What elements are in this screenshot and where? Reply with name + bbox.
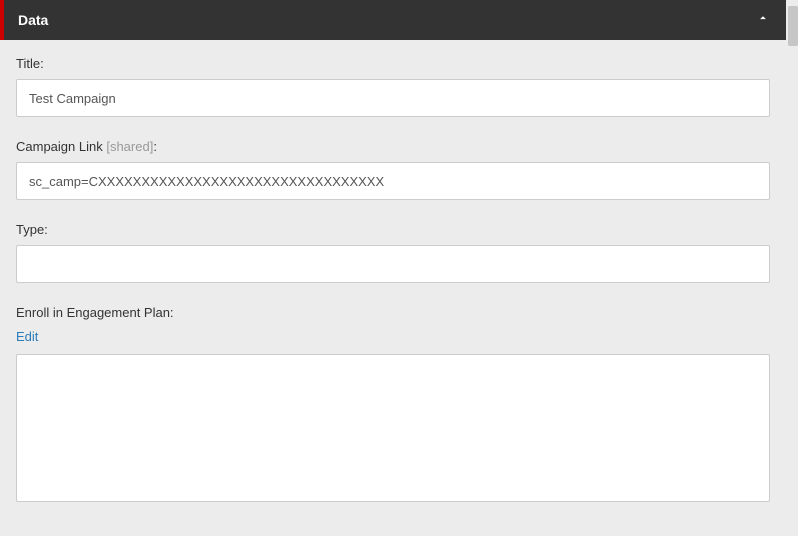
engagement-plan-label: Enroll in Engagement Plan:	[16, 305, 770, 320]
panel-body: Title: Campaign Link [shared]: Type: Enr…	[0, 40, 786, 522]
campaign-link-label-text: Campaign Link	[16, 139, 106, 154]
engagement-plan-box[interactable]	[16, 354, 770, 502]
chevron-up-icon[interactable]	[756, 11, 770, 30]
type-field: Type:	[16, 222, 770, 283]
title-input[interactable]	[16, 79, 770, 117]
scrollbar-thumb[interactable]	[788, 6, 798, 46]
edit-link[interactable]: Edit	[16, 329, 38, 344]
title-label: Title:	[16, 56, 770, 71]
engagement-plan-field: Enroll in Engagement Plan: Edit	[16, 305, 770, 502]
panel-header-title: Data	[4, 12, 48, 28]
data-panel: Data Title: Campaign Link [shared]: Type…	[0, 0, 786, 522]
campaign-link-shared-text: [shared]	[106, 139, 153, 154]
campaign-link-label: Campaign Link [shared]:	[16, 139, 770, 154]
title-field: Title:	[16, 56, 770, 117]
campaign-link-input[interactable]	[16, 162, 770, 200]
panel-header[interactable]: Data	[0, 0, 786, 40]
type-input[interactable]	[16, 245, 770, 283]
campaign-link-field: Campaign Link [shared]:	[16, 139, 770, 200]
type-label: Type:	[16, 222, 770, 237]
campaign-link-label-suffix: :	[153, 139, 157, 154]
